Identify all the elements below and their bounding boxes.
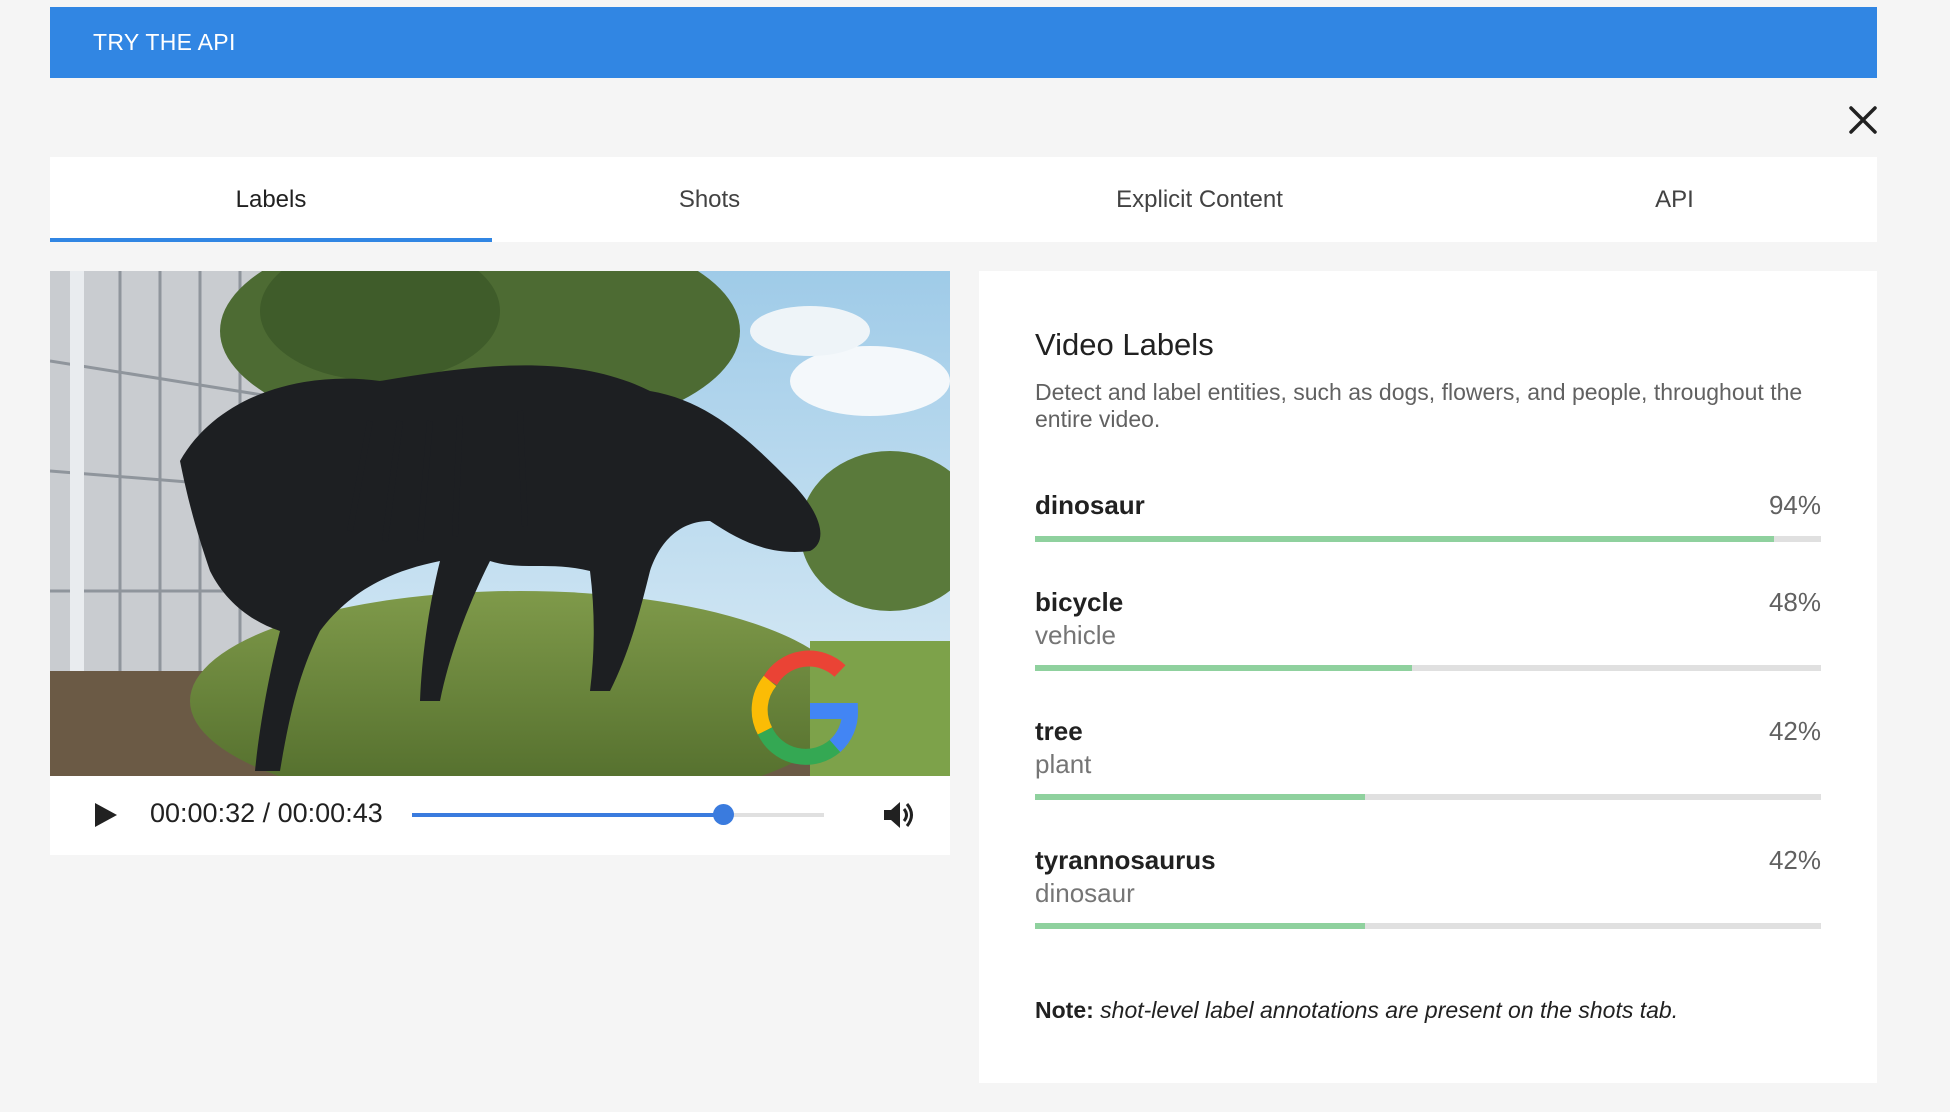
tab-labels-label: Labels [235,185,307,213]
close-icon[interactable] [1845,102,1881,138]
label-percent: 94% [1768,490,1821,520]
label-name: tree [1035,716,1083,746]
label-percent: 48% [1768,587,1821,617]
seek-handle[interactable] [713,804,735,825]
label-percent: 42% [1768,716,1821,746]
time-separator: / [255,798,278,828]
confidence-fill [1035,794,1366,800]
video-player: 00:00:32 / 00:00:43 [50,271,950,855]
label-category: vehicle [1035,620,1116,650]
label-name: bicycle [1035,587,1124,617]
confidence-bar [1035,794,1821,800]
label-item: tree plant 42% [1035,716,1821,800]
tab-explicit-content[interactable]: Explicit Content [927,157,1472,242]
seek-progress [412,813,724,817]
label-name: tyrannosaurus [1035,845,1216,875]
label-category: dinosaur [1035,878,1135,908]
note-prefix: Note: [1035,997,1094,1023]
panel-description: Detect and label entities, such as dogs,… [1035,379,1803,432]
label-category: plant [1035,749,1092,779]
label-item: tyrannosaurus dinosaur 42% [1035,845,1821,929]
label-item: dinosaur 94% [1035,490,1821,542]
duration: 00:00:43 [277,798,383,828]
player-controls: 00:00:32 / 00:00:43 [50,776,950,855]
note-text: Note: shot-level label annotations are p… [1035,997,1678,1024]
tab-labels[interactable]: Labels [50,157,492,242]
seek-slider[interactable] [412,804,824,825]
video-frame[interactable] [50,271,950,776]
header-title: TRY THE API [93,29,236,55]
tab-shots-label: Shots [678,185,741,213]
confidence-fill [1035,665,1413,671]
current-time: 00:00:32 [150,798,256,828]
confidence-fill [1035,923,1366,929]
confidence-bar [1035,536,1821,542]
note-body: shot-level label annotations are present… [1093,997,1679,1023]
api-header-bar: TRY THE API [50,7,1877,78]
panel-title: Video Labels [1035,327,1214,362]
confidence-bar [1035,665,1821,671]
play-icon[interactable] [90,800,120,830]
label-name: dinosaur [1035,490,1145,520]
tab-api-label: API [1655,185,1694,213]
confidence-bar [1035,923,1821,929]
tab-bar: Labels Shots Explicit Content API [50,157,1877,242]
volume-icon[interactable] [880,796,918,834]
label-percent: 42% [1768,845,1821,875]
tab-shots[interactable]: Shots [492,157,927,242]
time-display: 00:00:32 / 00:00:43 [150,798,383,829]
label-item: bicycle vehicle 48% [1035,587,1821,671]
tab-api[interactable]: API [1472,157,1877,242]
tab-explicit-content-label: Explicit Content [1116,185,1283,213]
confidence-fill [1035,536,1774,542]
video-labels-panel: Video Labels Detect and label entities, … [979,271,1877,1083]
